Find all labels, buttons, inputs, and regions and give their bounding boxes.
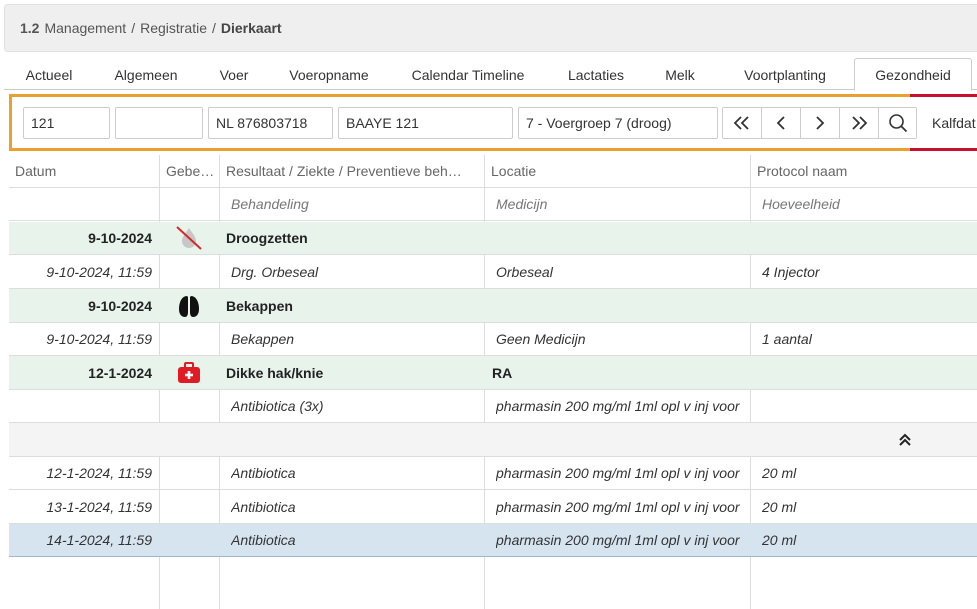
subheader-hoeveelheid: Hoeveelheid (762, 196, 840, 212)
health-table: Datum Gebe… Resultaat / Ziekte / Prevent… (9, 155, 977, 609)
row-amount: 1 aantal (762, 331, 812, 347)
tab-voortplanting[interactable]: Voortplanting (716, 58, 854, 90)
chevron-left-icon (776, 116, 785, 130)
feed-group-select[interactable]: 7 - Voergroep 7 (droog) (518, 107, 718, 139)
row-result: Dikke hak/knie (226, 364, 324, 381)
breadcrumb-item-registratie[interactable]: Registratie (140, 20, 207, 36)
chevron-right-icon (816, 116, 825, 130)
tab-gezondheid[interactable]: Gezondheid (854, 58, 972, 91)
row-date: 9-10-2024, 11:59 (46, 331, 152, 347)
previous-button[interactable] (762, 108, 801, 138)
row-treatment: Drg. Orbeseal (231, 263, 319, 280)
table-row-selected[interactable]: 14-1-2024, 11:59 Antibiotica pharmasin 2… (9, 524, 977, 557)
dry-off-icon (172, 222, 206, 254)
first-button[interactable] (723, 108, 762, 138)
table-row-group[interactable]: 9-10-2024 Droogzetten (9, 222, 977, 255)
double-chevron-left-icon (733, 116, 749, 130)
row-date: 9-10-2024 (88, 230, 152, 246)
subheader-behandeling: Behandeling (231, 196, 309, 212)
first-aid-kit-icon (172, 356, 206, 389)
tab-melk[interactable]: Melk (644, 58, 716, 90)
table-row[interactable]: 12-1-2024, 11:59 Antibiotica pharmasin 2… (9, 457, 977, 490)
table-subheader: Behandeling Medicijn Hoeveelheid (9, 188, 977, 221)
row-date: 9-10-2024, 11:59 (46, 263, 152, 280)
column-header-datum[interactable]: Datum (15, 155, 155, 187)
row-result: Droogzetten (226, 230, 308, 246)
row-medicine: pharmasin 200 mg/ml 1ml opl v inj voor (496, 398, 740, 414)
tab-bar: Actueel Algemeen Voer Voeropname Calenda… (4, 58, 977, 91)
row-date: 13-1-2024, 11:59 (46, 498, 152, 515)
row-medicine: Geen Medicijn (496, 331, 586, 347)
column-header-locatie[interactable]: Locatie (491, 155, 746, 187)
table-header: Datum Gebe… Resultaat / Ziekte / Prevent… (9, 155, 977, 188)
row-date: 9-10-2024 (88, 297, 152, 314)
life-number-input[interactable]: NL 876803718 (208, 107, 333, 139)
double-chevron-up-icon (899, 433, 911, 446)
row-date: 12-1-2024, 11:59 (46, 465, 152, 481)
breadcrumb-separator: / (212, 20, 216, 36)
animal-name-input[interactable]: BAAYE 121 (338, 107, 513, 139)
row-treatment: Antibiotica (231, 532, 296, 548)
next-button[interactable] (801, 108, 840, 138)
row-treatment: Antibiotica (231, 498, 296, 515)
row-location: RA (492, 364, 513, 381)
tab-voeropname[interactable]: Voeropname (270, 58, 388, 90)
table-row[interactable]: 9-10-2024, 11:59 Bekappen Geen Medicijn … (9, 323, 977, 356)
animal-extra-input[interactable] (115, 107, 203, 139)
animal-number-input[interactable]: 121 (23, 107, 110, 139)
table-row[interactable]: 13-1-2024, 11:59 Antibiotica pharmasin 2… (9, 490, 977, 524)
subheader-medicijn: Medicijn (496, 196, 548, 212)
tab-voer[interactable]: Voer (198, 58, 270, 90)
breadcrumb-separator: / (131, 20, 136, 36)
search-icon (888, 114, 907, 133)
row-treatment: Bekappen (231, 331, 295, 347)
row-medicine: pharmasin 200 mg/ml 1ml opl v inj voor (496, 532, 740, 548)
tab-calendar-timeline[interactable]: Calendar Timeline (388, 58, 548, 90)
tab-algemeen[interactable]: Algemeen (94, 58, 198, 90)
table-row-group[interactable]: 12-1-2024 Dikke hak/knie RA (9, 356, 977, 390)
navigation-buttons (722, 107, 917, 139)
animal-toolbar: 121 NL 876803718 BAAYE 121 7 - Voergroep… (9, 94, 977, 151)
row-medicine: pharmasin 200 mg/ml 1ml opl v inj voor (496, 498, 740, 515)
column-header-protocol[interactable]: Protocol naam (757, 155, 977, 187)
collapse-row (9, 423, 977, 457)
table-row[interactable]: 9-10-2024, 11:59 Drg. Orbeseal Orbeseal … (9, 255, 977, 289)
table-row[interactable]: Antibiotica (3x) pharmasin 200 mg/ml 1ml… (9, 390, 977, 423)
breadcrumb: 1.2 Management / Registratie / Dierkaart (4, 4, 977, 52)
table-row-group[interactable]: 9-10-2024 Bekappen (9, 289, 977, 323)
breadcrumb-current: Dierkaart (220, 20, 282, 36)
accent-line-bottom (910, 148, 977, 151)
row-result: Bekappen (226, 297, 293, 314)
double-chevron-right-icon (852, 116, 868, 130)
tab-actueel[interactable]: Actueel (4, 58, 94, 90)
row-medicine: pharmasin 200 mg/ml 1ml opl v inj voor (496, 465, 740, 481)
row-amount: 4 Injector (762, 263, 820, 280)
tab-lactaties[interactable]: Lactaties (548, 58, 644, 90)
collapse-button[interactable] (893, 423, 917, 456)
row-amount: 20 ml (762, 532, 797, 548)
breadcrumb-number: 1.2 (20, 20, 40, 36)
row-date: 14-1-2024, 11:59 (46, 532, 152, 548)
breadcrumb-item-management[interactable]: Management (44, 20, 126, 36)
row-date: 12-1-2024 (88, 364, 152, 381)
last-button[interactable] (840, 108, 879, 138)
row-medicine: Orbeseal (496, 263, 553, 280)
hoof-icon (172, 289, 206, 322)
row-treatment: Antibiotica (3x) (231, 398, 324, 414)
column-header-resultaat[interactable]: Resultaat / Ziekte / Preventieve beh… (226, 155, 478, 187)
row-amount: 20 ml (762, 498, 797, 515)
row-amount: 20 ml (762, 465, 797, 481)
column-header-gebeurtenis[interactable]: Gebe… (166, 155, 216, 187)
search-button[interactable] (879, 108, 916, 138)
accent-line-top (910, 94, 977, 97)
calving-date-label: Kalfdat (932, 115, 976, 131)
row-treatment: Antibiotica (231, 465, 296, 481)
